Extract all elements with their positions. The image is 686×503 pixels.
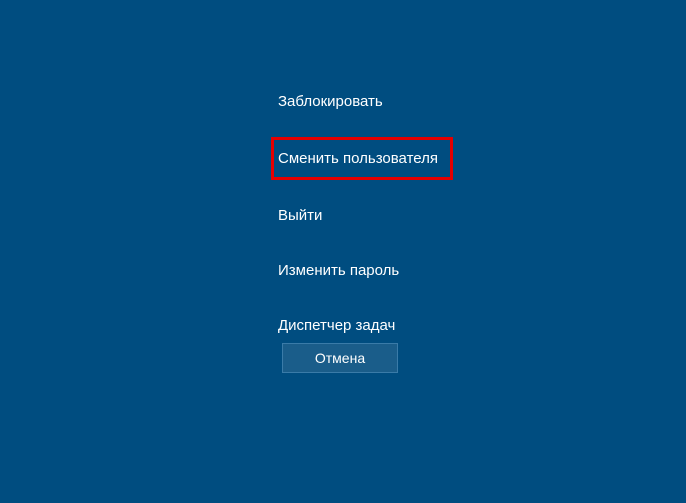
- menu-item-change-password[interactable]: Изменить пароль: [278, 254, 453, 287]
- menu-item-task-manager[interactable]: Диспетчер задач: [278, 309, 453, 342]
- cancel-button[interactable]: Отмена: [282, 343, 398, 373]
- security-menu: Заблокировать Сменить пользователя Выйти…: [278, 85, 453, 364]
- menu-item-lock[interactable]: Заблокировать: [278, 85, 453, 118]
- menu-item-sign-out[interactable]: Выйти: [278, 199, 453, 232]
- menu-item-switch-user[interactable]: Сменить пользователя: [271, 137, 453, 180]
